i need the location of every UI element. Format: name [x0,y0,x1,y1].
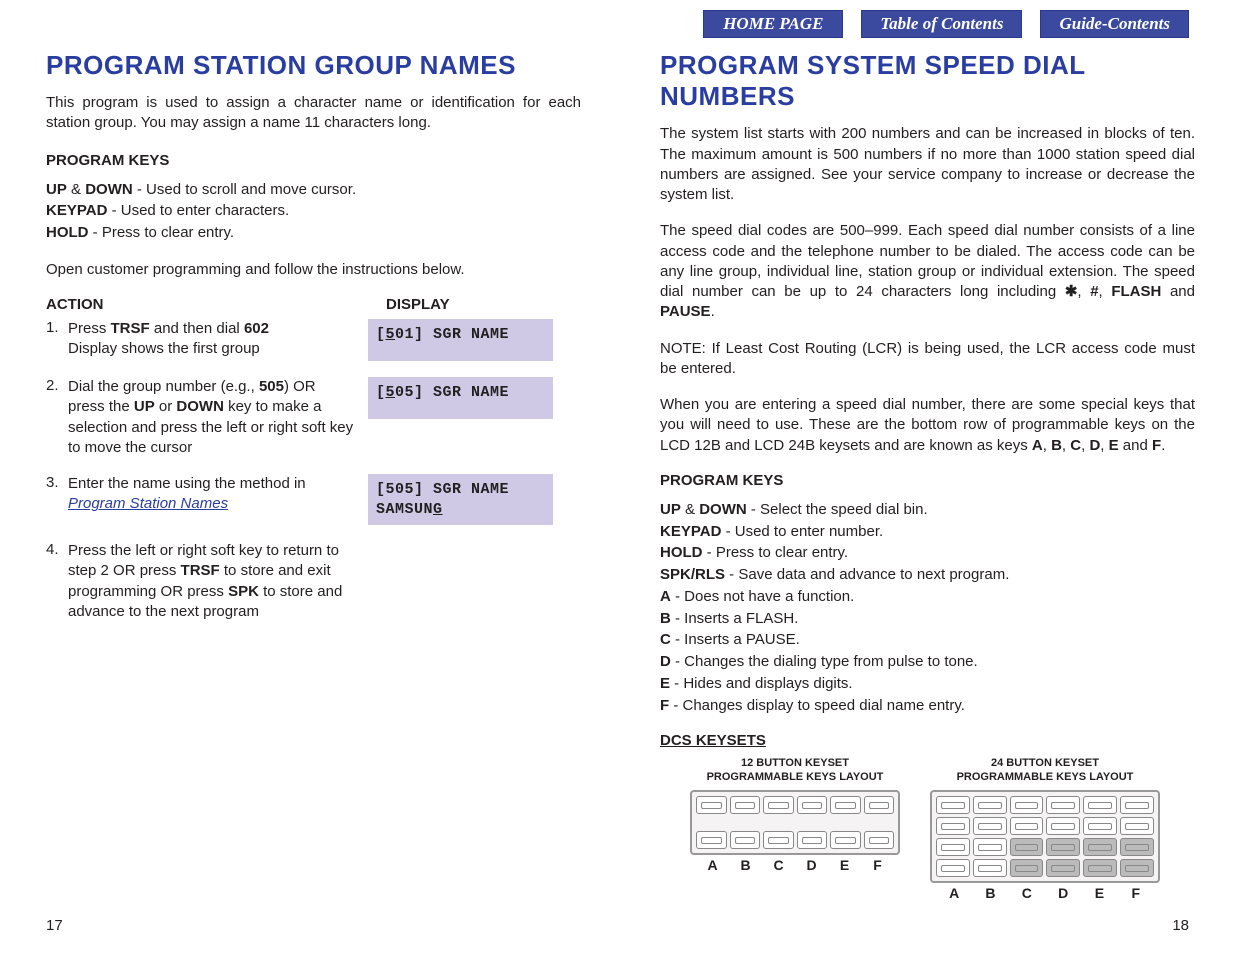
nav-home[interactable]: HOME PAGE [703,10,843,38]
dcs-keysets-head: DCS KEYSETS [660,732,1195,749]
col-display: DISPLAY [386,296,581,313]
step-2: Dial the group number (e.g., 505) OR pre… [46,377,581,458]
right-note: NOTE: If Least Cost Routing (LCR) is bei… [660,339,1195,380]
left-page: PROGRAM STATION GROUP NAMES This program… [46,50,581,638]
left-open-line: Open customer programming and follow the… [46,260,581,280]
key-up: UP [46,181,67,198]
display-2: [505] SGR NAME [368,377,553,419]
display-3: [505] SGR NAME SAMSUNG [368,474,553,525]
step-3: Enter the name using the method in Progr… [46,474,581,525]
step-1: Press TRSF and then dial 602 Display sho… [46,319,581,361]
nav-tabs: HOME PAGE Table of Contents Guide-Conten… [703,10,1189,38]
display-1: [501] SGR NAME [368,319,553,361]
left-keylist: UP & DOWN - Used to scroll and move curs… [46,179,581,244]
table-head: ACTION DISPLAY [46,296,581,313]
right-p2: The speed dial codes are 500–999. Each s… [660,221,1195,322]
right-page: PROGRAM SYSTEM SPEED DIAL NUMBERS The sy… [660,50,1195,901]
nav-guide[interactable]: Guide-Contents [1040,10,1189,38]
step-4: Press the left or right soft key to retu… [46,541,581,622]
key-keypad: KEYPAD [46,202,107,219]
keyset-24: 24 BUTTON KEYSETPROGRAMMABLE KEYS LAYOUT… [930,757,1160,900]
nav-toc[interactable]: Table of Contents [861,10,1022,38]
page-num-right: 18 [1172,917,1189,934]
page-num-left: 17 [46,917,63,934]
left-intro: This program is used to assign a charact… [46,93,581,134]
labels-24: ABCDEF [930,885,1160,901]
keygrid-24 [930,790,1160,883]
steps-list: Press TRSF and then dial 602 Display sho… [46,319,581,622]
right-keylist: UP & DOWN - Select the speed dial bin. K… [660,499,1195,717]
right-p3: When you are entering a speed dial numbe… [660,395,1195,456]
key-down: DOWN [85,181,133,198]
keyset-row: 12 BUTTON KEYSETPROGRAMMABLE KEYS LAYOUT… [660,757,1195,900]
left-title: PROGRAM STATION GROUP NAMES [46,50,581,81]
right-p1: The system list starts with 200 numbers … [660,124,1195,205]
key-hold: HOLD [46,224,89,241]
right-progkeys-head: PROGRAM KEYS [660,472,1195,489]
labels-12: ABCDEF [690,857,900,873]
keygrid-12 [690,790,900,855]
keyset-12: 12 BUTTON KEYSETPROGRAMMABLE KEYS LAYOUT… [690,757,900,872]
right-title: PROGRAM SYSTEM SPEED DIAL NUMBERS [660,50,1195,112]
left-progkeys-head: PROGRAM KEYS [46,152,581,169]
program-station-names-link[interactable]: Program Station Names [68,495,228,512]
col-action: ACTION [46,296,386,313]
